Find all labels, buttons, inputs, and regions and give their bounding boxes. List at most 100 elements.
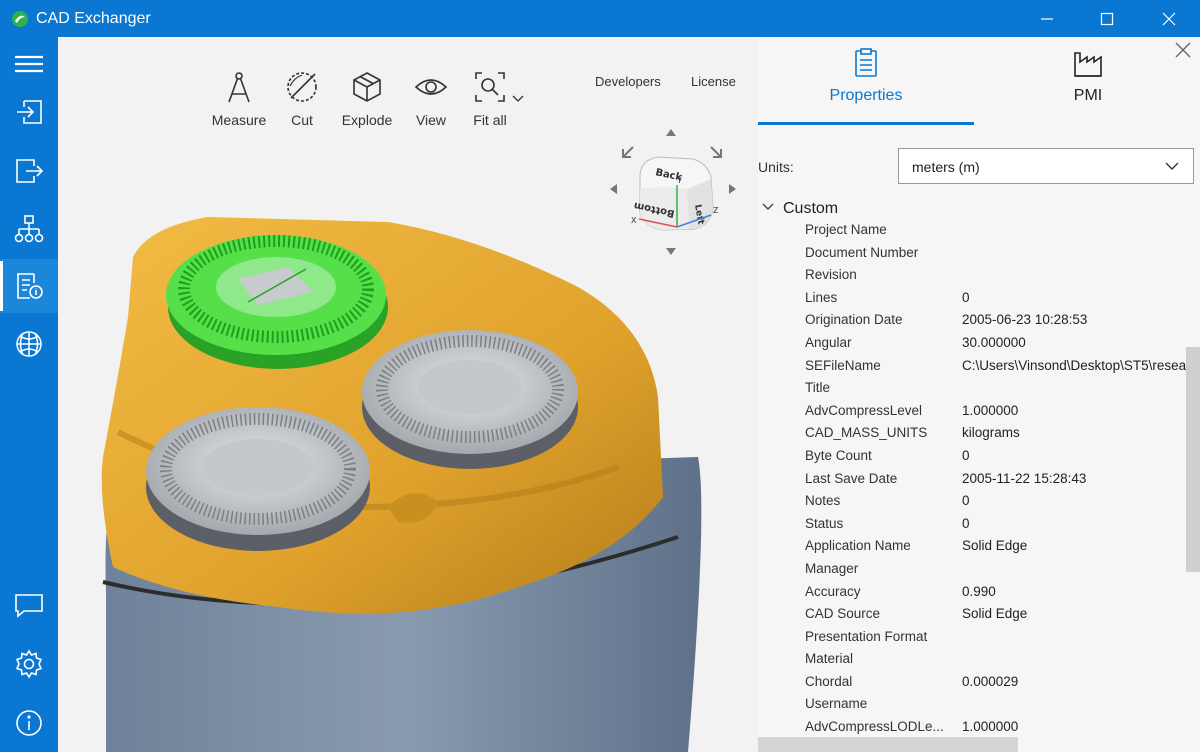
- tab-pmi[interactable]: PMI: [980, 47, 1196, 127]
- settings-icon: [15, 649, 43, 679]
- explode-label: Explode: [341, 112, 393, 128]
- property-row[interactable]: Application Name Solid Edge: [758, 535, 1188, 558]
- property-row[interactable]: SEFileName C:\Users\Vinsond\Desktop\ST5\r…: [758, 355, 1191, 378]
- compass-icon: [228, 72, 250, 103]
- property-row[interactable]: Material: [758, 648, 1188, 671]
- tab-properties-label: Properties: [829, 87, 903, 104]
- property-row[interactable]: Accuracy 0.990: [758, 581, 1188, 604]
- info-button[interactable]: [0, 696, 58, 750]
- property-key: Project Name: [805, 222, 887, 237]
- properties-button[interactable]: [0, 259, 58, 313]
- view-tool[interactable]: View: [409, 70, 453, 140]
- property-key: Lines: [805, 289, 838, 305]
- close-button[interactable]: [1138, 0, 1200, 37]
- cut-tool[interactable]: Cut: [280, 70, 324, 140]
- property-row[interactable]: Angular 30.000000: [758, 332, 1188, 355]
- units-dropdown[interactable]: meters (m): [898, 148, 1194, 184]
- property-key: Username: [805, 696, 868, 712]
- view-label: View: [415, 112, 447, 128]
- property-row[interactable]: Notes 0: [758, 490, 1188, 513]
- measure-label: Measure: [211, 112, 267, 128]
- property-value: 0: [962, 493, 970, 509]
- property-value: 0: [962, 515, 970, 531]
- measure-tool[interactable]: Measure: [209, 70, 269, 140]
- maximize-button[interactable]: [1076, 0, 1138, 37]
- cut-label: Cut: [291, 112, 313, 128]
- property-row[interactable]: Lines 0: [758, 287, 1188, 310]
- tab-properties[interactable]: Properties: [758, 47, 974, 127]
- info-icon: [16, 710, 42, 736]
- license-link[interactable]: License: [691, 74, 736, 89]
- property-key: AdvCompressLevel: [805, 402, 923, 418]
- structure-icon: [14, 215, 44, 243]
- nav-arrow-left-icon[interactable]: [610, 184, 617, 194]
- panel-close-icon[interactable]: [1174, 41, 1192, 59]
- property-value: 0: [962, 447, 970, 463]
- nav-arrow-up-icon[interactable]: [666, 129, 676, 136]
- property-key: Presentation Format: [805, 628, 928, 644]
- property-key: Byte Count: [805, 447, 872, 463]
- property-row[interactable]: Last Save Date 2005-11-22 15:28:43: [758, 468, 1188, 491]
- nav-rotate-right-icon[interactable]: [710, 146, 722, 158]
- property-key: Notes: [805, 493, 841, 509]
- settings-button[interactable]: [0, 637, 58, 691]
- explode-tool[interactable]: Explode: [339, 70, 395, 140]
- fit-all-tool[interactable]: Fit all: [468, 70, 512, 140]
- property-value: 1.000000: [962, 719, 1019, 735]
- property-row[interactable]: AdvCompressLevel 1.000000: [758, 400, 1188, 423]
- properties-panel: Properties PMI Units: meters (m) Custom …: [758, 37, 1200, 752]
- nav-rotate-left-icon[interactable]: [622, 146, 634, 158]
- chevron-down-icon: [1165, 162, 1179, 170]
- property-value: 2005-06-23 10:28:53: [962, 312, 1088, 328]
- property-row[interactable]: Status 0: [758, 513, 1188, 536]
- property-value: C:\Users\Vinsond\Desktop\ST5\resear: [962, 357, 1191, 373]
- property-row[interactable]: Manager: [758, 558, 1188, 581]
- property-row[interactable]: CAD_MASS_UNITS kilograms: [758, 422, 1188, 445]
- property-value: Solid Edge: [962, 606, 1028, 622]
- units-value: meters (m): [912, 159, 980, 175]
- web-button[interactable]: [0, 317, 58, 371]
- cut-icon: [287, 72, 317, 102]
- property-key: Chordal: [805, 673, 853, 689]
- 3d-viewport[interactable]: Measure Cut Explode View Fit all Develop…: [58, 37, 758, 752]
- export-icon: [16, 159, 44, 183]
- feedback-icon: [15, 594, 43, 618]
- property-row[interactable]: CAD Source Solid Edge: [758, 603, 1188, 626]
- vertical-scrollbar-thumb[interactable]: [1186, 347, 1200, 572]
- property-list: Project Name Document Number Revision Lines…: [758, 219, 1191, 739]
- import-icon: [17, 100, 42, 124]
- properties-icon: [17, 273, 43, 299]
- property-key: Origination Date: [805, 312, 903, 328]
- property-row[interactable]: Origination Date 2005-06-23 10:28:53: [758, 309, 1188, 332]
- structure-button[interactable]: [0, 202, 58, 256]
- navigation-cube[interactable]: Back Left Bottom Y Z X: [603, 127, 743, 259]
- nav-arrow-right-icon[interactable]: [729, 184, 736, 194]
- minimize-button[interactable]: [1016, 0, 1078, 37]
- property-row[interactable]: Document Number: [758, 242, 1188, 265]
- property-value: 0.000029: [962, 673, 1019, 689]
- property-key: Status: [805, 515, 844, 531]
- nav-arrow-down-icon[interactable]: [666, 248, 676, 255]
- property-row[interactable]: Project Name: [758, 219, 1188, 242]
- property-value: Solid Edge: [962, 538, 1028, 554]
- import-button[interactable]: [0, 85, 58, 139]
- property-key: CAD_MASS_UNITS: [805, 425, 928, 441]
- property-key: Last Save Date: [805, 470, 898, 486]
- feedback-button[interactable]: [0, 578, 58, 632]
- window-title: CAD Exchanger: [36, 10, 151, 27]
- export-button[interactable]: [0, 144, 58, 198]
- property-row[interactable]: Revision: [758, 264, 1188, 287]
- clipboard-icon: [855, 48, 877, 77]
- property-row[interactable]: Presentation Format: [758, 626, 1188, 649]
- property-row[interactable]: Byte Count 0: [758, 445, 1188, 468]
- property-row[interactable]: AdvCompressLODLe... 1.000000: [758, 716, 1188, 739]
- horizontal-scrollbar-thumb[interactable]: [758, 737, 1018, 752]
- property-row[interactable]: Chordal 0.000029: [758, 671, 1188, 694]
- view-cube[interactable]: Back Left Bottom Y Z X: [631, 156, 719, 231]
- fit-all-dropdown-chevron-icon[interactable]: [512, 95, 524, 103]
- property-row[interactable]: Title: [758, 377, 1188, 400]
- menu-button[interactable]: [0, 37, 58, 91]
- property-row[interactable]: Username: [758, 693, 1188, 716]
- developers-link[interactable]: Developers: [595, 74, 661, 89]
- axis-y-label: Y: [676, 176, 682, 185]
